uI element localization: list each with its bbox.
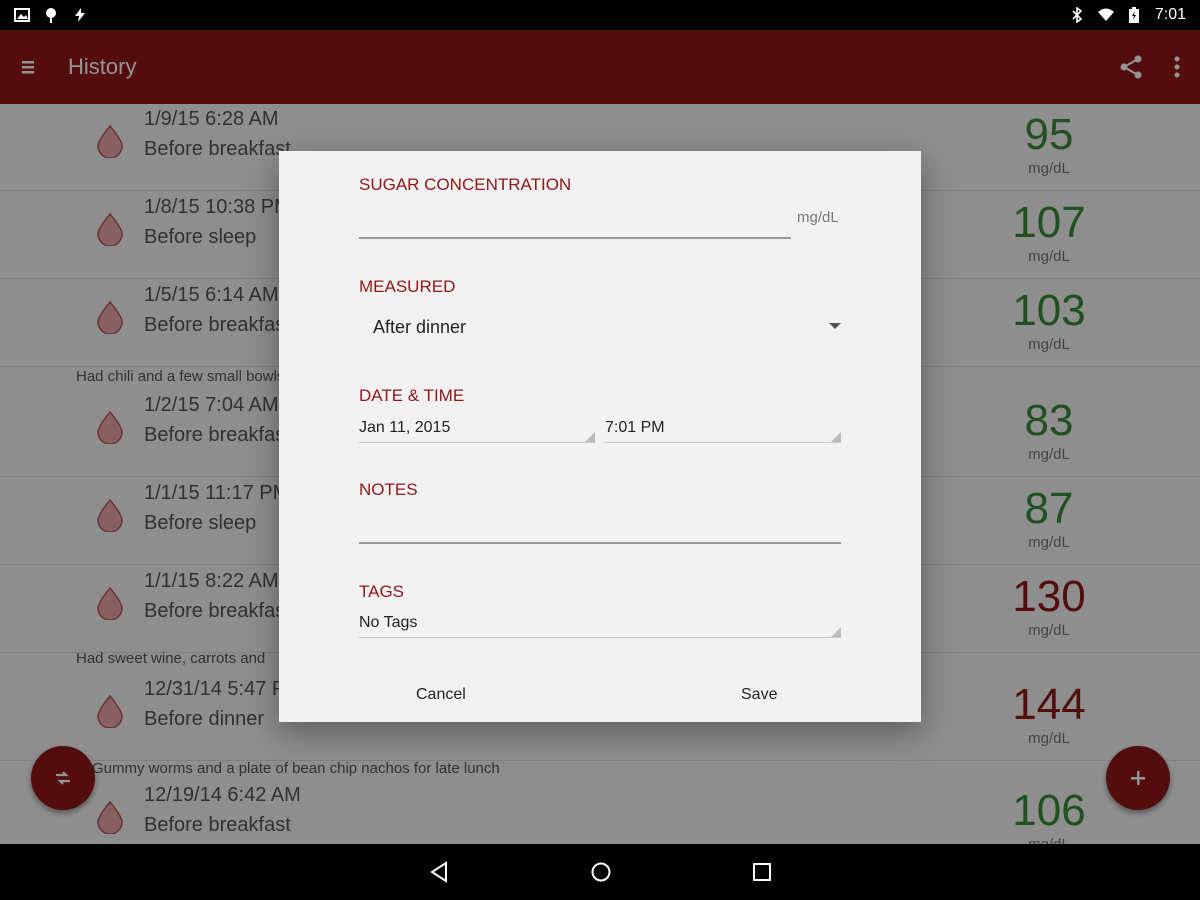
date-picker[interactable]: Jan 11, 2015 <box>359 417 595 443</box>
date-value: Jan 11, 2015 <box>359 419 451 436</box>
notes-input[interactable] <box>359 542 841 544</box>
chevron-down-icon <box>829 323 841 329</box>
tags-underline <box>359 637 841 638</box>
battery-icon <box>1128 7 1139 23</box>
time-underline <box>605 442 841 443</box>
spinner-corner-icon <box>831 627 841 637</box>
tags-picker[interactable]: No Tags <box>359 612 841 638</box>
time-value: 7:01 PM <box>605 419 665 436</box>
date-time-label: DATE & TIME <box>359 386 465 405</box>
tags-label: TAGS <box>359 582 405 601</box>
home-icon[interactable] <box>590 861 612 883</box>
measured-label: MEASURED <box>359 277 456 296</box>
add-reading-dialog: SUGAR CONCENTRATION mg/dL MEASURED After… <box>279 151 921 722</box>
status-time: 7:01 <box>1154 6 1186 23</box>
location-notification-icon <box>46 8 56 23</box>
sugar-concentration-input[interactable] <box>359 237 791 239</box>
status-left <box>14 7 88 23</box>
cancel-button[interactable]: Cancel <box>416 686 466 704</box>
image-notification-icon <box>14 8 30 22</box>
sugar-unit-label: mg/dL <box>797 209 839 226</box>
recents-icon[interactable] <box>752 862 772 882</box>
notes-label: NOTES <box>359 480 418 499</box>
system-nav-bar <box>0 844 1200 900</box>
sugar-concentration-label: SUGAR CONCENTRATION <box>359 175 572 194</box>
spinner-corner-icon <box>831 432 841 442</box>
save-button[interactable]: Save <box>741 686 777 704</box>
date-underline <box>359 442 595 443</box>
time-picker[interactable]: 7:01 PM <box>605 417 841 443</box>
bluetooth-icon <box>1072 7 1083 23</box>
measured-dropdown[interactable]: After dinner <box>359 307 841 343</box>
status-bar: 7:01 <box>0 0 1200 30</box>
back-icon[interactable] <box>428 861 450 883</box>
spinner-corner-icon <box>585 432 595 442</box>
flash-notification-icon <box>75 8 85 22</box>
status-right: 7:01 <box>1071 6 1186 24</box>
tags-value: No Tags <box>359 614 418 631</box>
wifi-icon <box>1097 8 1114 21</box>
measured-selected-value: After dinner <box>373 317 467 337</box>
